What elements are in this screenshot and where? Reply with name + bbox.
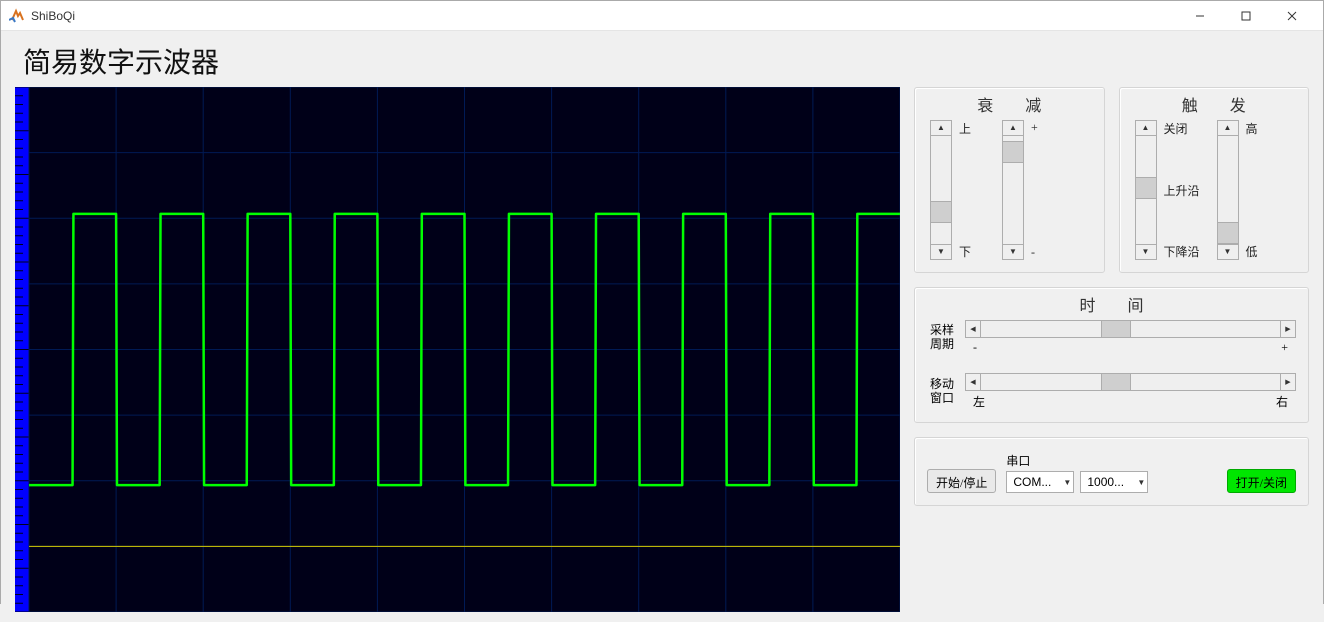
start-stop-button[interactable]: 开始/停止 (927, 469, 996, 493)
time-panel: 时 间 采样 周期 ◀ ▶ - + (914, 287, 1309, 423)
attenuation-panel: 衰 减 ▲ ▼ 上 下 (914, 87, 1105, 273)
atten-offset-top-label: 上 (959, 120, 989, 137)
close-button[interactable] (1269, 1, 1315, 31)
arrow-up-icon[interactable]: ▲ (1217, 120, 1239, 136)
atten-slider-gain-group: ▲ ▼ + - (999, 120, 1061, 260)
content-area: 简易数字示波器 (1, 31, 1323, 622)
atten-gain-slider[interactable]: ▲ ▼ (999, 120, 1027, 260)
window-title: ShiBoQi (31, 9, 75, 23)
arrow-right-icon[interactable]: ▶ (1280, 320, 1296, 338)
window-move-slider[interactable]: ◀ ▶ (965, 373, 1296, 391)
window-right-label: 右 (1276, 393, 1288, 410)
window-move-label: 移动 窗口 (927, 378, 957, 404)
trigger-level-high: 高 (1246, 120, 1276, 137)
chevron-down-icon: ▼ (1059, 478, 1071, 487)
oscilloscope-display[interactable] (15, 87, 900, 612)
trigger-level-group: ▲ ▼ 高 低 (1214, 120, 1276, 260)
trigger-mode-off: 关闭 (1164, 120, 1188, 137)
com-port-value: COM... (1013, 475, 1059, 489)
atten-offset-slider[interactable]: ▲ ▼ (927, 120, 955, 260)
arrow-down-icon[interactable]: ▼ (930, 244, 952, 260)
atten-gain-bot-label: - (1031, 245, 1061, 260)
trigger-mode-rise: 上升沿 (1164, 182, 1200, 199)
arrow-left-icon[interactable]: ◀ (965, 320, 981, 338)
chevron-down-icon: ▼ (1133, 478, 1145, 487)
baud-rate-value: 1000... (1087, 475, 1133, 489)
matlab-icon (9, 8, 25, 24)
arrow-up-icon[interactable]: ▲ (930, 120, 952, 136)
serial-label: 串口 (1006, 452, 1148, 469)
maximize-button[interactable] (1223, 1, 1269, 31)
arrow-left-icon[interactable]: ◀ (965, 373, 981, 391)
arrow-up-icon[interactable]: ▲ (1002, 120, 1024, 136)
atten-offset-bot-label: 下 (959, 243, 989, 260)
page-title: 简易数字示波器 (23, 41, 1309, 81)
atten-slider-offset-group: ▲ ▼ 上 下 (927, 120, 989, 260)
atten-gain-top-label: + (1031, 120, 1061, 135)
scope-canvas (15, 87, 900, 612)
run-serial-panel: 开始/停止 串口 COM... ▼ 1000... ▼ (914, 437, 1309, 506)
sample-period-label: 采样 周期 (927, 324, 957, 350)
arrow-down-icon[interactable]: ▼ (1135, 244, 1157, 260)
trigger-mode-group: ▲ ▼ 关闭 上升沿 下降沿 (1132, 120, 1204, 260)
window-left-label: 左 (973, 393, 985, 410)
sample-plus-label: + (1281, 340, 1288, 355)
trigger-title: 触 发 (1120, 92, 1309, 116)
app-window: ShiBoQi 简易数字示波器 (0, 0, 1324, 604)
trigger-mode-slider[interactable]: ▲ ▼ (1132, 120, 1160, 260)
trigger-mode-fall: 下降沿 (1164, 243, 1200, 260)
trigger-panel: 触 发 ▲ ▼ 关闭 上升沿 (1119, 87, 1310, 273)
baud-rate-dropdown[interactable]: 1000... ▼ (1080, 471, 1148, 493)
open-close-button[interactable]: 打开/关闭 (1227, 469, 1296, 493)
attenuation-title: 衰 减 (915, 92, 1104, 116)
sample-minus-label: - (973, 340, 977, 355)
titlebar: ShiBoQi (1, 1, 1323, 31)
time-title: 时 间 (915, 292, 1308, 316)
trigger-level-low: 低 (1246, 243, 1276, 260)
minimize-button[interactable] (1177, 1, 1223, 31)
arrow-right-icon[interactable]: ▶ (1280, 373, 1296, 391)
arrow-down-icon[interactable]: ▼ (1002, 244, 1024, 260)
arrow-down-icon[interactable]: ▼ (1217, 244, 1239, 260)
com-port-dropdown[interactable]: COM... ▼ (1006, 471, 1074, 493)
side-controls: 衰 减 ▲ ▼ 上 下 (914, 87, 1309, 612)
trigger-level-slider[interactable]: ▲ ▼ (1214, 120, 1242, 260)
arrow-up-icon[interactable]: ▲ (1135, 120, 1157, 136)
sample-period-slider[interactable]: ◀ ▶ (965, 320, 1296, 338)
